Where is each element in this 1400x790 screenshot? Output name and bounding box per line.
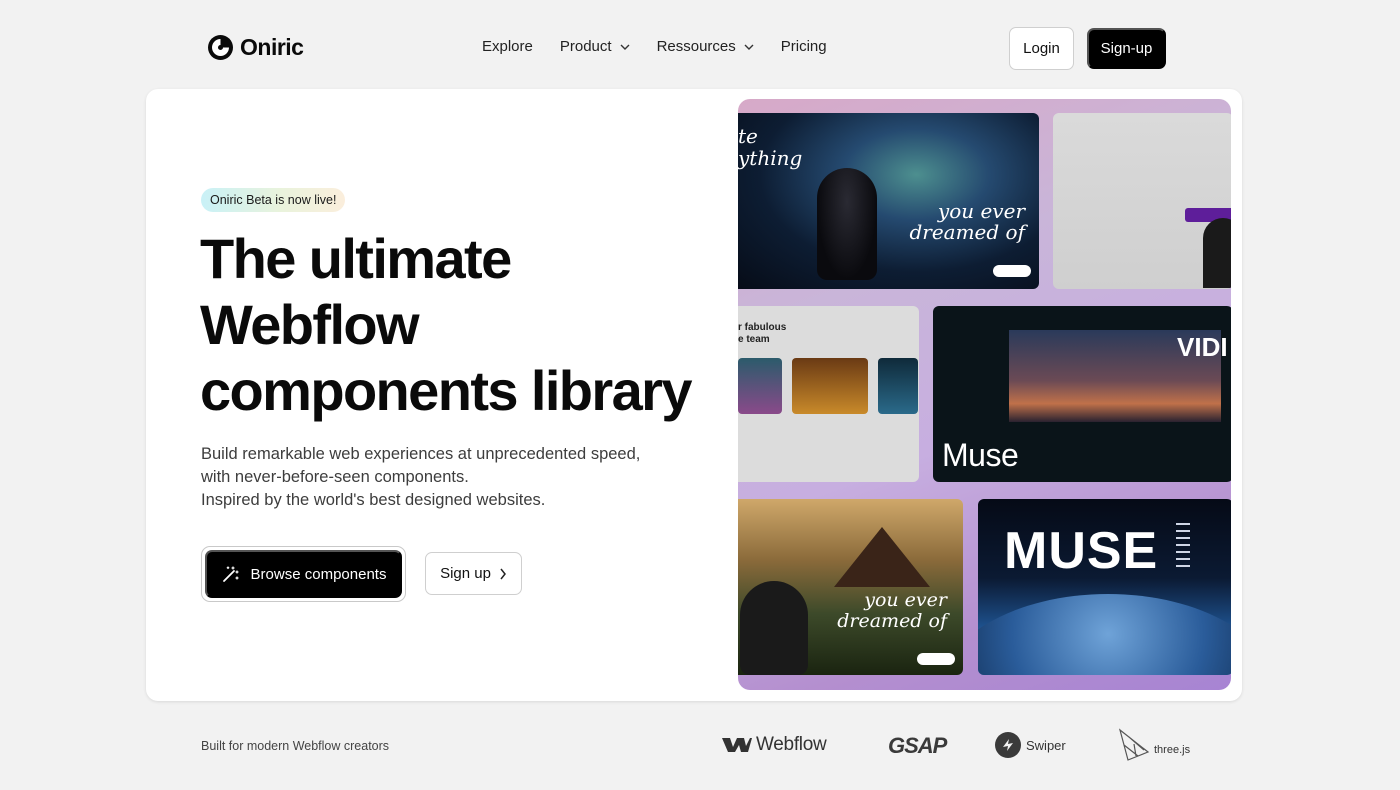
- menu-item-pricing[interactable]: Pricing: [781, 38, 827, 55]
- menu-item-explore[interactable]: Explore: [482, 38, 533, 55]
- menu-item-label: Ressources: [656, 38, 736, 55]
- headline-line: Webflow: [200, 293, 420, 356]
- team-card: [878, 358, 918, 414]
- brand-name: Oniric: [240, 34, 304, 60]
- menu-item-label: Explore: [482, 38, 533, 55]
- contact-pill: [917, 653, 955, 665]
- totoro-graphic: [740, 581, 808, 675]
- menu-item-product[interactable]: Product: [560, 38, 630, 55]
- team-card: [738, 358, 782, 414]
- magic-wand-icon: [222, 566, 239, 582]
- signup-button[interactable]: Sign-up: [1087, 28, 1166, 69]
- beta-badge: Oniric Beta is now live!: [201, 188, 346, 212]
- preview-tile-team[interactable]: r fabulous e team: [738, 306, 919, 482]
- main-menu: Explore Product Ressources Pricing: [482, 38, 854, 55]
- partner-webflow: Webflow: [722, 734, 827, 756]
- tile-tagline: you ever dreamed of: [909, 199, 1025, 244]
- menu-item-label: Pricing: [780, 38, 827, 55]
- subtext-line: Inspired by the world's best designed we…: [201, 491, 546, 509]
- partner-swiper: Swiper: [994, 731, 1066, 759]
- preview-tile-whale[interactable]: VIDI Muse: [933, 306, 1231, 482]
- preview-tile-temple[interactable]: you ever dreamed of: [738, 499, 963, 675]
- tile-corner-text: VIDI: [1177, 332, 1228, 362]
- browse-components-label: Browse components: [250, 565, 387, 583]
- tile-title: MUSE: [1004, 522, 1159, 580]
- brand-logo[interactable]: Oniric: [207, 34, 304, 61]
- subtext-line: with never-before-seen components.: [201, 468, 469, 486]
- built-for-tagline: Built for modern Webflow creators: [201, 739, 390, 753]
- hero-card: Oniric Beta is now live! The ultimate We…: [146, 89, 1242, 701]
- partner-label: Webflow: [756, 734, 827, 755]
- hero-signup-label: Sign up: [440, 565, 491, 582]
- showcase-collage: te ything you ever dreamed of r fabulous…: [738, 99, 1231, 690]
- menu-item-ressources[interactable]: Ressources: [657, 38, 754, 55]
- oniric-logo-icon: [208, 35, 233, 60]
- hero-signup-button[interactable]: Sign up: [425, 552, 522, 595]
- preview-tile-earth[interactable]: MUSE: [978, 499, 1231, 675]
- partner-label: three.js: [1154, 744, 1191, 756]
- headline-line: components library: [200, 359, 692, 422]
- partner-threejs: three.js: [1118, 728, 1190, 762]
- subtext-line: Build remarkable web experiences at unpr…: [201, 445, 641, 463]
- webflow-logo-icon: [722, 738, 752, 752]
- partner-gsap: GSAP: [888, 733, 947, 758]
- tile-tagline: you ever dreamed of: [837, 589, 947, 632]
- temple-graphic: [834, 527, 930, 587]
- astronaut-graphic: [817, 168, 877, 280]
- chevron-right-icon: [500, 568, 506, 579]
- partner-label: Swiper: [1026, 737, 1066, 753]
- browse-components-button[interactable]: Browse components: [205, 550, 402, 598]
- tile-menu-lines: [1176, 523, 1196, 572]
- threejs-logo-icon: [1118, 728, 1150, 761]
- login-button[interactable]: Login: [1009, 27, 1074, 70]
- hero-subtext: Build remarkable web experiences at unpr…: [201, 443, 640, 512]
- headline-line: The ultimate: [200, 227, 512, 290]
- preview-tile-wizard[interactable]: [1053, 113, 1231, 289]
- menu-item-label: Product: [559, 38, 612, 55]
- wizard-graphic: [1203, 218, 1231, 288]
- browse-button-frame: Browse components: [201, 546, 406, 602]
- chevron-down-icon: [744, 44, 754, 50]
- earth-graphic: [978, 594, 1231, 675]
- top-nav: Oniric Explore Product Ressources Pricin…: [0, 0, 1400, 96]
- tile-header: r fabulous e team: [738, 322, 787, 345]
- contact-pill: [993, 265, 1031, 277]
- chevron-down-icon: [620, 44, 630, 50]
- preview-tile-space[interactable]: te ything you ever dreamed of: [738, 113, 1039, 289]
- hero-headline: The ultimate Webflow components library: [200, 226, 720, 424]
- tile-partial-text: te ything: [738, 124, 803, 170]
- team-card: [792, 358, 868, 414]
- swiper-logo-icon: [995, 732, 1021, 758]
- tile-title: Muse: [942, 437, 1019, 473]
